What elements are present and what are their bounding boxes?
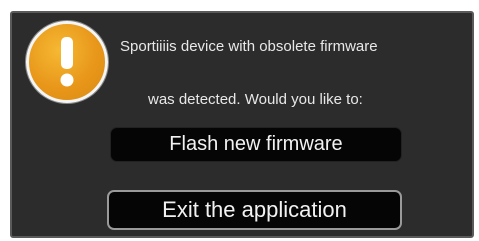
firmware-dialog: Sportiiiis device with obsolete firmware… (10, 11, 474, 238)
message-line-1: Sportiiiis device with obsolete firmware (120, 38, 378, 55)
warning-exclamation-icon (26, 21, 108, 103)
message-line-2: was detected. Would you like to: (148, 91, 363, 108)
exit-application-button[interactable]: Exit the application (107, 190, 402, 230)
flash-firmware-button[interactable]: Flash new firmware (110, 127, 402, 162)
exclamation-glyph (60, 37, 74, 87)
